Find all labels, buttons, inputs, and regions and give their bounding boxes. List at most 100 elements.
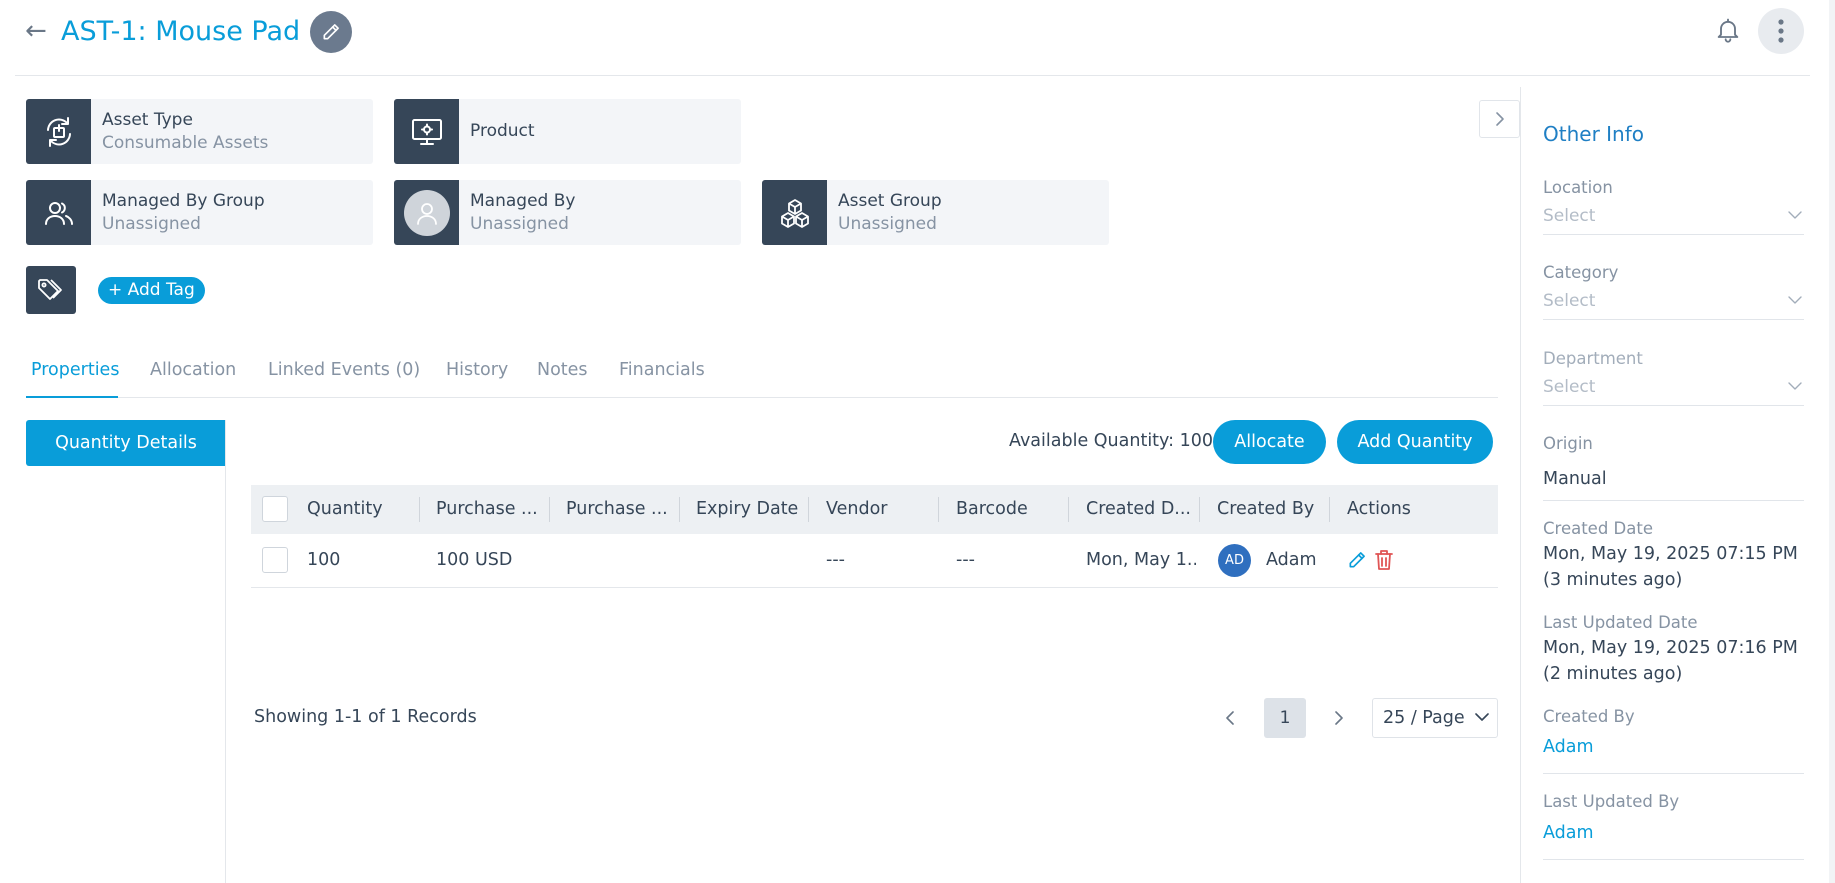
chevron-down-icon: [1475, 713, 1489, 721]
asset-group-card[interactable]: Asset Group Unassigned: [762, 180, 1109, 245]
last-updated-by-link[interactable]: Adam: [1543, 820, 1594, 846]
asset-group-value: Unassigned: [838, 213, 937, 234]
product-label: Product: [470, 121, 535, 141]
origin-label: Origin: [1543, 434, 1593, 453]
tags-icon: [26, 266, 76, 314]
column-separator[interactable]: [808, 497, 809, 522]
chevron-down-icon: [1788, 382, 1802, 390]
category-select[interactable]: Select: [1543, 286, 1804, 320]
toggle-side-panel-button[interactable]: [1479, 100, 1520, 138]
managed-by-label: Managed By: [470, 190, 576, 211]
asset-type-label: Asset Type: [102, 109, 193, 130]
tab-history[interactable]: History: [446, 358, 508, 382]
quantity-details-button[interactable]: Quantity Details: [26, 420, 226, 466]
add-tag-button[interactable]: + Add Tag: [98, 277, 205, 304]
trash-icon: [1375, 550, 1393, 570]
column-header[interactable]: Quantity: [307, 485, 417, 534]
department-select[interactable]: Select: [1543, 372, 1804, 406]
chevron-down-icon: [1788, 211, 1802, 219]
avatar: AD: [1218, 544, 1251, 577]
asset-group-label: Asset Group: [838, 190, 942, 211]
table-row[interactable]: 100 100 USD --- --- Mon, May 1... AD Ada…: [251, 534, 1498, 588]
tab-properties[interactable]: Properties: [31, 358, 119, 382]
created-by-link[interactable]: Adam: [1543, 734, 1594, 760]
page-title: AST-1: Mouse Pad: [61, 16, 301, 47]
department-label: Department: [1543, 349, 1643, 368]
page-header: ← AST-1: Mouse Pad: [15, 0, 1810, 76]
column-header: Actions: [1347, 499, 1411, 519]
column-separator[interactable]: [679, 497, 680, 522]
asset-cycle-icon: [26, 99, 91, 164]
cell-created-date: Mon, May 1...: [1086, 550, 1196, 570]
delete-row-button[interactable]: [1374, 549, 1396, 571]
asset-type-card[interactable]: Asset Type Consumable Assets: [26, 99, 373, 164]
cell-barcode: ---: [956, 550, 975, 570]
column-header[interactable]: Purchase ...: [566, 485, 676, 534]
other-info-panel: Other Info Location Select Category Sele…: [1520, 87, 1835, 883]
select-all-checkbox[interactable]: [262, 496, 288, 522]
notifications-button[interactable]: [1710, 12, 1746, 48]
tab-financials[interactable]: Financials: [619, 358, 705, 382]
column-separator[interactable]: [549, 497, 550, 522]
next-page-button[interactable]: [1325, 704, 1353, 732]
tab-allocation[interactable]: Allocation: [150, 358, 236, 382]
location-select[interactable]: Select: [1543, 201, 1804, 235]
product-card[interactable]: Product: [394, 99, 741, 164]
divider: [1543, 859, 1804, 860]
tab-notes[interactable]: Notes: [537, 358, 588, 382]
column-separator[interactable]: [1199, 497, 1200, 522]
column-separator[interactable]: [938, 497, 939, 522]
department-placeholder: Select: [1543, 377, 1596, 397]
origin-value: Manual: [1543, 469, 1607, 489]
last-updated-by-label: Last Updated By: [1543, 792, 1680, 811]
arrow-left-icon[interactable]: ←: [25, 16, 47, 46]
records-summary: Showing 1-1 of 1 Records: [254, 707, 477, 727]
chevron-right-icon: [1335, 711, 1343, 725]
table-header: Quantity Purchase ... Purchase ... Expir…: [251, 485, 1498, 534]
location-label: Location: [1543, 178, 1613, 197]
edit-row-button[interactable]: [1347, 550, 1369, 572]
divider: [1543, 500, 1804, 501]
managed-by-value: Unassigned: [470, 213, 569, 234]
tab-bar: Properties Allocation Linked Events (0) …: [26, 350, 1498, 398]
column-separator[interactable]: [419, 497, 420, 522]
allocate-button[interactable]: Allocate: [1213, 420, 1326, 464]
available-quantity: Available Quantity: 100: [1009, 431, 1213, 451]
edit-title-button[interactable]: [310, 11, 352, 53]
column-header[interactable]: Created D...: [1086, 485, 1196, 534]
divider: [225, 420, 226, 883]
monitor-gear-icon: [394, 99, 459, 164]
users-icon: [26, 180, 91, 245]
managed-by-group-value: Unassigned: [102, 213, 201, 234]
scrollbar[interactable]: [1829, 0, 1835, 883]
chevron-right-icon: [1495, 112, 1504, 126]
user-avatar-icon: [394, 180, 459, 245]
managed-by-card[interactable]: Managed By Unassigned: [394, 180, 741, 245]
column-separator[interactable]: [1329, 497, 1330, 522]
column-header[interactable]: Expiry Date: [696, 485, 806, 534]
column-separator[interactable]: [1068, 497, 1069, 522]
tab-linked-events[interactable]: Linked Events (0): [268, 358, 420, 382]
divider: [1543, 773, 1804, 774]
cell-quantity: 100: [307, 550, 341, 570]
row-checkbox[interactable]: [262, 547, 288, 573]
more-options-button[interactable]: [1758, 8, 1804, 54]
managed-by-group-card[interactable]: Managed By Group Unassigned: [26, 180, 373, 245]
chevron-down-icon: [1788, 296, 1802, 304]
column-header[interactable]: Created By: [1217, 485, 1327, 534]
page-size-select[interactable]: 25 / Page: [1372, 698, 1498, 738]
cell-purchase-cost: 100 USD: [436, 550, 513, 570]
cell-purchase-date: [566, 534, 676, 588]
asset-type-value: Consumable Assets: [102, 132, 269, 153]
previous-page-button[interactable]: [1216, 704, 1244, 732]
column-header[interactable]: Vendor: [826, 485, 936, 534]
column-header[interactable]: Purchase ...: [436, 485, 546, 534]
column-header[interactable]: Barcode: [956, 485, 1066, 534]
page-1-button[interactable]: 1: [1264, 698, 1306, 738]
cell-expiry-date: [696, 534, 806, 588]
bell-icon: [1717, 18, 1739, 43]
kebab-vertical-icon: [1778, 19, 1784, 43]
last-updated-date-label: Last Updated Date: [1543, 613, 1698, 632]
add-quantity-button[interactable]: Add Quantity: [1337, 420, 1493, 464]
category-label: Category: [1543, 263, 1619, 282]
